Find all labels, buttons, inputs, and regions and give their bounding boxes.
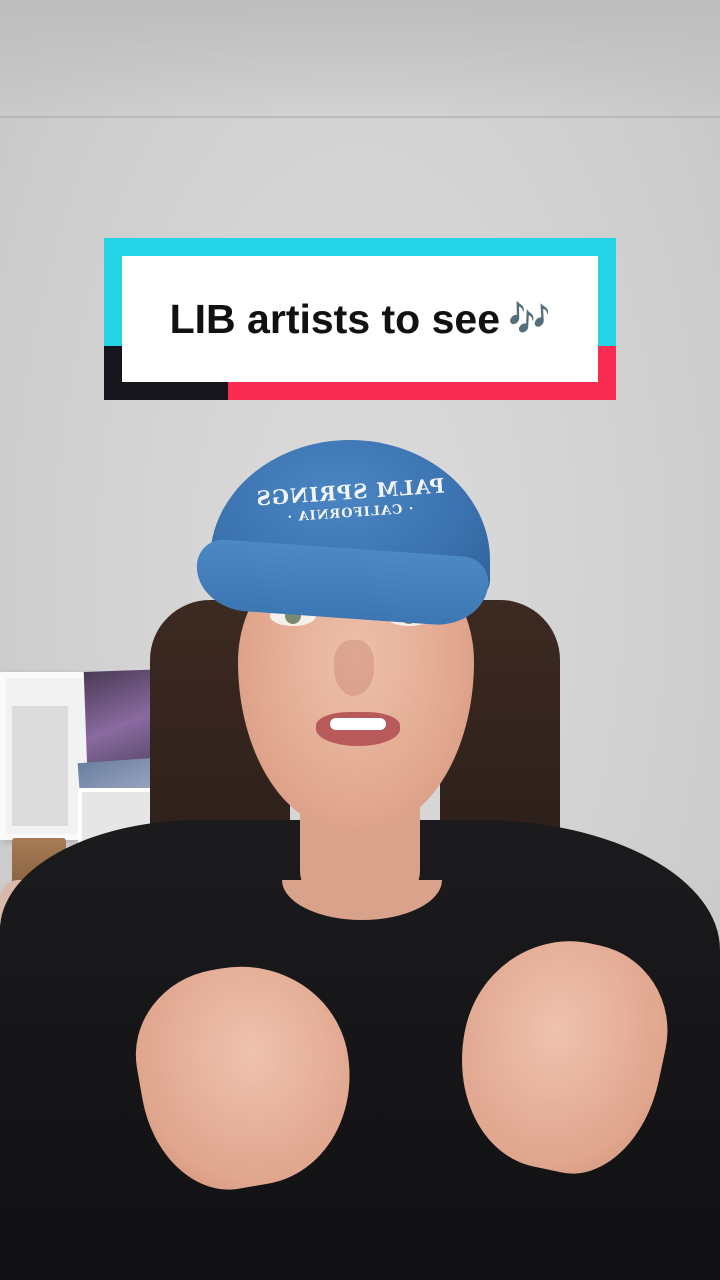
video-frame[interactable]: PALM SPRINGS · CALIFORNIA · LIB artists … bbox=[0, 0, 720, 1280]
caption-box: LIB artists to see 🎶 bbox=[104, 238, 616, 400]
wall-background bbox=[0, 0, 720, 120]
caption-text: LIB artists to see bbox=[169, 295, 501, 342]
nose bbox=[334, 640, 374, 696]
music-notes-icon: 🎶 bbox=[508, 299, 551, 339]
mouth bbox=[316, 712, 400, 746]
caption-panel: LIB artists to see 🎶 bbox=[122, 256, 598, 382]
wall-edge bbox=[0, 116, 720, 118]
